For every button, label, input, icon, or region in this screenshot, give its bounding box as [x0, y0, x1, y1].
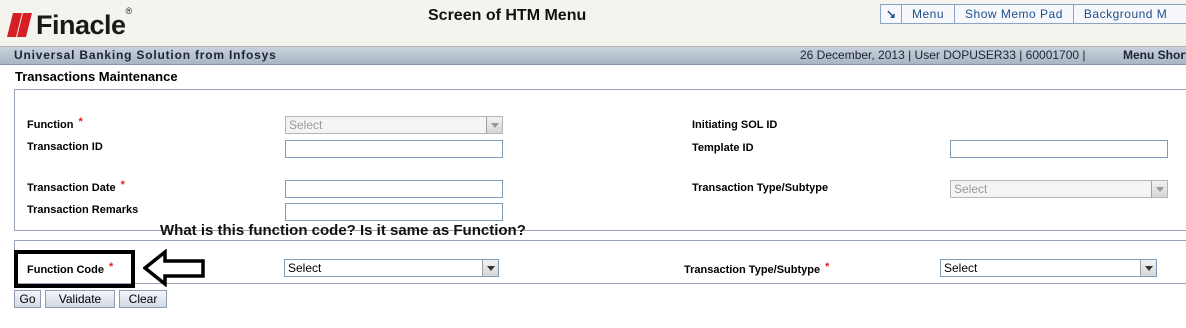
menu-shortcut-link[interactable]: Menu Short	[1123, 47, 1186, 64]
top-menu: ↘ Menu Show Memo Pad Background M	[880, 4, 1186, 24]
left-arrow-icon	[143, 249, 205, 287]
background-menu-link[interactable]: Background M	[1074, 5, 1186, 23]
chevron-down-icon	[482, 260, 498, 276]
transaction-type-select[interactable]: Select	[950, 180, 1168, 198]
go-button[interactable]: Go	[14, 290, 41, 308]
transaction-date-input[interactable]	[285, 180, 503, 198]
session-info: 26 December, 2013 | User DOPUSER33 | 600…	[800, 48, 1086, 62]
finacle-logo: Finacle®	[6, 5, 132, 40]
criteria-transaction-type-label: Transaction Type/Subtype *	[684, 261, 830, 276]
transaction-type-label: Transaction Type/Subtype	[692, 182, 829, 194]
product-name: Universal Banking Solution from Infosys	[14, 48, 277, 62]
function-code-select[interactable]: Select	[284, 259, 499, 277]
required-asterisk: *	[825, 261, 830, 273]
required-asterisk: *	[78, 116, 83, 128]
callout-highlight-box	[14, 250, 135, 288]
criteria-transaction-type-select[interactable]: Select	[940, 259, 1157, 277]
expand-arrow-icon[interactable]: ↘	[881, 5, 902, 23]
function-select[interactable]: Select	[285, 116, 503, 134]
clear-button[interactable]: Clear	[119, 290, 167, 308]
chevron-down-icon	[1140, 260, 1156, 276]
screen-title: Screen of HTM Menu	[428, 7, 587, 24]
show-memo-pad-link[interactable]: Show Memo Pad	[955, 5, 1074, 23]
details-panel: Function * Select Transaction ID Transact…	[14, 89, 1186, 231]
finacle-logo-icon	[6, 12, 32, 38]
template-id-label: Template ID	[692, 142, 754, 154]
required-asterisk: *	[120, 179, 125, 191]
logo-text: Finacle®	[36, 5, 132, 40]
annotation-question: What is this function code? Is it same a…	[160, 222, 526, 239]
validate-button[interactable]: Validate	[45, 290, 115, 308]
transaction-remarks-input[interactable]	[285, 203, 503, 221]
template-id-input[interactable]	[950, 140, 1168, 158]
initiating-sol-id-label: Initiating SOL ID	[692, 119, 778, 131]
page-title: Transactions Maintenance	[15, 69, 178, 84]
menu-link[interactable]: Menu	[902, 5, 956, 23]
chevron-down-icon	[1151, 181, 1167, 197]
chevron-down-icon	[486, 117, 502, 133]
app-header: Finacle® Screen of HTM Menu ↘ Menu Show …	[0, 0, 1186, 47]
transaction-date-label: Transaction Date *	[27, 179, 125, 194]
status-bar: Universal Banking Solution from Infosys …	[0, 47, 1186, 65]
transaction-id-input[interactable]	[285, 140, 503, 158]
transaction-remarks-label: Transaction Remarks	[27, 204, 139, 216]
function-label: Function *	[27, 116, 83, 131]
transaction-id-label: Transaction ID	[27, 141, 103, 153]
